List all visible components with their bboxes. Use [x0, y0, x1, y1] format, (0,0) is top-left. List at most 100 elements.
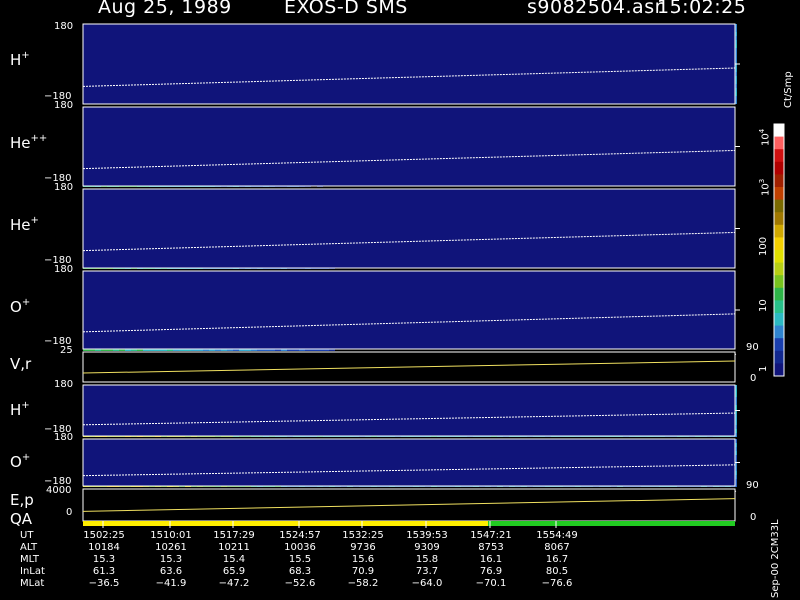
footer-cell: −36.5 — [88, 578, 120, 589]
colorbar-segment — [774, 300, 784, 314]
footer-cell: −52.6 — [284, 578, 316, 589]
footer-cell: −47.2 — [218, 578, 250, 589]
footer-cell: 1539:53 — [406, 530, 448, 541]
right-axis-max-ep: 90 — [746, 480, 759, 491]
footer-row-label: InLat — [20, 566, 45, 577]
footer-cell: 10211 — [218, 542, 250, 553]
colorbar-segment — [774, 350, 784, 364]
footer-cell: −64.0 — [411, 578, 443, 589]
footer-cell: 15.5 — [288, 554, 312, 565]
footer-cell: 1532:25 — [342, 530, 384, 541]
footer-cell: −58.2 — [347, 578, 379, 589]
colorbar-tick-1000: 103 — [758, 178, 772, 196]
footer-cell: 68.3 — [288, 566, 312, 577]
footer-cell: 65.9 — [222, 566, 246, 577]
colorbar-segment — [774, 124, 784, 138]
axis-min-8: 0 — [66, 507, 73, 518]
footer-cell: 15.4 — [222, 554, 246, 565]
colorbar-segment — [774, 224, 784, 238]
footer-cell: 9309 — [414, 542, 440, 553]
panel-label-e-p: E,p — [10, 491, 34, 509]
colorbar-tick-100: 100 — [758, 236, 769, 256]
colorbar-segment — [774, 325, 784, 339]
colorbar-segment — [774, 262, 784, 276]
footer-cell: 8753 — [478, 542, 504, 553]
footer-cell: 10184 — [88, 542, 120, 553]
footer-row-label: MLat — [20, 578, 45, 589]
plot-canvas — [82, 23, 785, 528]
footer-cell: 1554:49 — [536, 530, 578, 541]
footer-cell: 1524:57 — [279, 530, 321, 541]
spectrogram-h-plus-bg — [83, 24, 735, 104]
footer-cell: 1510:01 — [150, 530, 192, 541]
footer-cell: −76.6 — [541, 578, 573, 589]
colorbar-tick-1: 1 — [758, 365, 769, 372]
axis-max-8: 4000 — [46, 485, 72, 496]
colorbar-segment — [774, 237, 784, 251]
spectrogram-he-plus-bg — [83, 189, 735, 268]
right-axis-min-ep: 0 — [750, 512, 757, 523]
footer-cell: 15.3 — [159, 554, 183, 565]
spectrogram-o-plus-2-bg — [83, 439, 735, 486]
colorbar-segment — [774, 275, 784, 289]
instrument-name: EXOS-D SMS — [284, 0, 408, 18]
panel-label-qa: QA — [10, 510, 33, 528]
colorbar-segment — [774, 187, 784, 201]
axis-max-5: 25 — [60, 345, 73, 356]
colorbar-segment — [774, 149, 784, 163]
footer-cell: 61.3 — [92, 566, 116, 577]
colorbar-unit-label: Ct/Smp — [783, 71, 794, 108]
colorbar-segment — [774, 174, 784, 188]
panel-label-h-plus-2: H+ — [10, 400, 30, 419]
axis-max-7: 180 — [54, 432, 74, 443]
start-time: 15:02:25 — [657, 0, 747, 18]
footer-cell: −70.1 — [475, 578, 507, 589]
footer-cell: 73.7 — [415, 566, 439, 577]
colorbar-segment — [774, 212, 784, 226]
panel-label-v-r: V,r — [10, 355, 32, 373]
axis-max-3: 180 — [54, 182, 74, 193]
footer-cell: 10036 — [284, 542, 316, 553]
footer-cell: 9736 — [350, 542, 376, 553]
colorbar-tick-10: 10 — [758, 299, 769, 312]
footer-cell: 63.6 — [159, 566, 183, 577]
colorbar-segment — [774, 136, 784, 150]
footer-row-label: ALT — [20, 542, 38, 553]
colorbar-segment — [774, 313, 784, 327]
panel-label-o-plus: O+ — [10, 297, 31, 316]
qa-bar-yellow — [83, 521, 488, 526]
right-axis-max-vr: 90 — [746, 342, 759, 353]
qa-bar-green — [488, 521, 735, 526]
footer-cell: 15.3 — [92, 554, 116, 565]
footer-cell: 8067 — [544, 542, 570, 553]
colorbar-tick-10000: 104 — [758, 128, 772, 146]
panel-label-he-plus: He+ — [10, 215, 39, 234]
footer-cell: 70.9 — [351, 566, 375, 577]
colorbar-segment — [774, 363, 784, 377]
footer-row-label: UT — [20, 530, 34, 541]
colorbar-segment — [774, 161, 784, 175]
footer-cell: 1502:25 — [83, 530, 125, 541]
footer-cell: 15.8 — [415, 554, 439, 565]
axis-max-1: 180 — [54, 21, 74, 32]
footer-cell: 1547:21 — [470, 530, 512, 541]
footer-cell: 80.5 — [545, 566, 569, 577]
footer-row-label: MLT — [20, 554, 39, 565]
axis-max-4: 180 — [54, 264, 74, 275]
colorbar-segment — [774, 338, 784, 352]
axis-max-2: 180 — [54, 100, 74, 111]
footer-cell: 1517:29 — [213, 530, 255, 541]
spectrogram-he-plus-plus-bg — [83, 107, 735, 186]
panel-label-o-plus-2: O+ — [10, 452, 31, 471]
plot-date: Aug 25, 1989 — [98, 0, 232, 18]
axis-max-6: 180 — [54, 379, 74, 390]
footer-cell: 16.7 — [545, 554, 569, 565]
footer-cell: 15.6 — [351, 554, 375, 565]
panel-label-h-plus: H+ — [10, 50, 30, 69]
colorbar-segment — [774, 199, 784, 213]
panel-label-he-plus-plus: He++ — [10, 133, 48, 152]
colorbar-segment — [774, 250, 784, 264]
footer-cell: −41.9 — [155, 578, 187, 589]
data-file-name: s9082504.asr — [527, 0, 663, 18]
spectrogram-o-plus-bg — [83, 271, 735, 349]
